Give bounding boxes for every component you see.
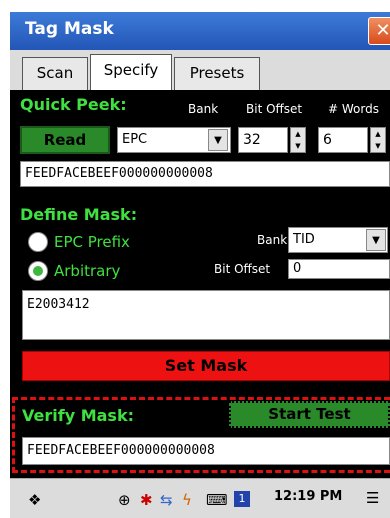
words-input[interactable]: 6 — [318, 127, 368, 153]
peek-result-field: FEEDFACEBEEF000000000008 — [20, 161, 390, 187]
tab-bar: Scan Specify Presets — [10, 50, 390, 91]
menu-icon[interactable]: ☰ — [366, 489, 379, 507]
app-icon[interactable]: 1 — [234, 491, 250, 507]
set-mask-button[interactable]: Set Mask — [22, 351, 390, 381]
clock: 12:19 PM — [274, 489, 343, 504]
bluetooth-icon[interactable]: ✱ — [140, 491, 153, 509]
epc-prefix-label[interactable]: EPC Prefix — [54, 233, 130, 251]
mask-bank-label: Bank — [257, 233, 288, 247]
bit-offset-input[interactable]: 32 — [238, 127, 288, 153]
specify-panel: Quick Peek: Bank Bit Offset # Words Read… — [10, 90, 390, 478]
chevron-down-icon[interactable]: ▼ — [208, 129, 228, 151]
define-mask-heading: Define Mask: — [20, 205, 138, 224]
words-stepper[interactable]: ▲ ▼ — [370, 127, 386, 153]
read-button[interactable]: Read — [20, 126, 110, 154]
verify-result-field: FEEDFACEBEEF000000000008 — [22, 437, 390, 465]
verify-mask-heading: Verify Mask: — [22, 406, 134, 425]
tab-specify[interactable]: Specify — [90, 54, 172, 91]
words-label: # Words — [328, 102, 379, 116]
power-icon[interactable]: ϟ — [182, 491, 192, 509]
title-bar: Tag Mask ✕ — [10, 12, 390, 50]
epc-prefix-radio[interactable] — [28, 232, 48, 252]
taskbar: ❖ ⊕ ✱ ⇆ ϟ ⌨ 1 12:19 PM ☰ — [10, 478, 390, 518]
quick-peek-heading: Quick Peek: — [20, 95, 127, 114]
mask-value-field[interactable]: E2003412 — [22, 290, 390, 340]
bit-offset-stepper[interactable]: ▲ ▼ — [290, 127, 306, 153]
keyboard-icon[interactable]: ⌨ — [206, 491, 228, 509]
bit-offset-label: Bit Offset — [246, 102, 303, 116]
window-title: Tag Mask — [25, 19, 114, 39]
start-icon[interactable]: ❖ — [28, 491, 41, 509]
bank-label: Bank — [188, 102, 219, 116]
arbitrary-label[interactable]: Arbitrary — [54, 262, 120, 280]
mask-bit-offset-label: Bit Offset — [214, 262, 271, 276]
tab-presets[interactable]: Presets — [174, 57, 260, 90]
network-icon[interactable]: ⊕ — [118, 491, 131, 509]
close-button[interactable]: ✕ — [368, 17, 390, 45]
chevron-down-icon[interactable]: ▼ — [366, 229, 386, 251]
tab-scan[interactable]: Scan — [22, 57, 88, 90]
sync-icon[interactable]: ⇆ — [160, 491, 173, 509]
start-test-button[interactable]: Start Test — [229, 401, 390, 428]
arbitrary-radio[interactable] — [28, 261, 48, 281]
mask-bit-offset-input[interactable]: 0 — [288, 259, 390, 279]
